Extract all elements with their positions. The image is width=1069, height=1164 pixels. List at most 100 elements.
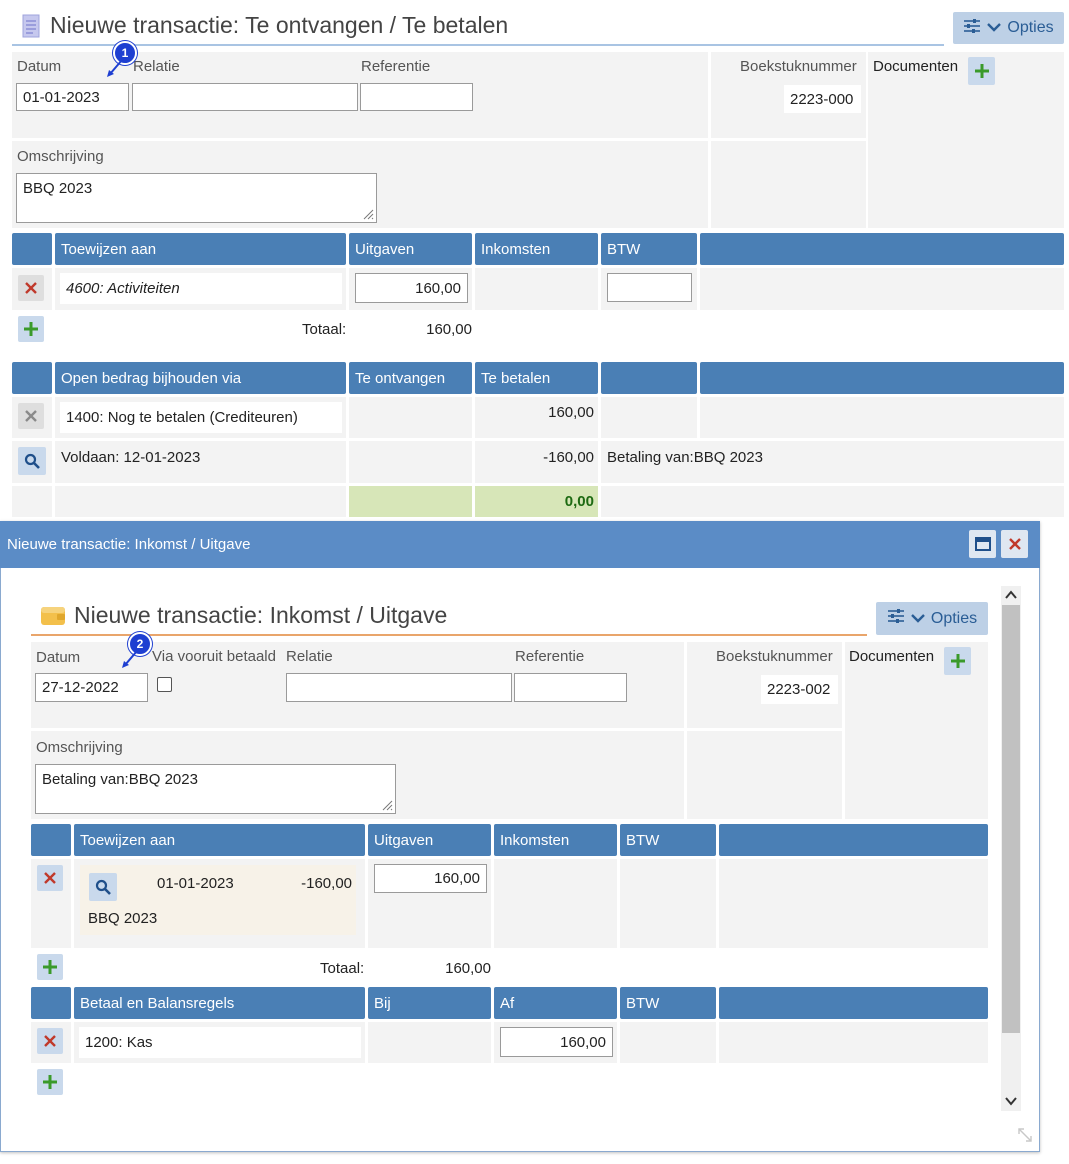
plus-icon bbox=[43, 960, 57, 974]
open-header-account: Open bedrag bijhouden via bbox=[55, 362, 346, 394]
open-header-blank bbox=[12, 362, 52, 394]
open-total-bg-3 bbox=[349, 486, 472, 517]
close-dialog-button[interactable] bbox=[1001, 530, 1028, 558]
betaal-add-row-button[interactable] bbox=[37, 1069, 63, 1095]
dialog-add-document-button[interactable] bbox=[944, 647, 971, 675]
documenten-label: Documenten bbox=[873, 58, 959, 75]
alloc-account-text: 4600: Activiteiten bbox=[66, 280, 180, 297]
delete-row-button[interactable] bbox=[18, 275, 44, 301]
dialog-relatie-label: Relatie bbox=[286, 648, 333, 665]
dialog-add-row-button[interactable] bbox=[37, 954, 63, 980]
dialog-opties-button[interactable]: Opties bbox=[876, 602, 988, 635]
boekstuknummer-label: Boekstuknummer bbox=[740, 58, 857, 75]
linked-entry-amount: -160,00 bbox=[301, 875, 352, 892]
omschrijving-label: Omschrijving bbox=[17, 148, 104, 165]
dialog-page-title: Nieuwe transactie: Inkomst / Uitgave bbox=[74, 602, 448, 628]
opties-button[interactable]: Opties bbox=[953, 12, 1064, 44]
add-document-button[interactable] bbox=[968, 57, 995, 85]
resize-corner-icon[interactable] bbox=[1017, 1127, 1033, 1143]
omschrijving-side-panel bbox=[711, 141, 866, 228]
relatie-input[interactable] bbox=[132, 83, 358, 111]
datum-input[interactable]: 01-01-2023 bbox=[16, 83, 129, 111]
close-icon bbox=[25, 410, 37, 422]
betaal-header-btw: BTW bbox=[620, 987, 716, 1019]
maximize-button[interactable] bbox=[969, 530, 996, 558]
dialog-relatie-input[interactable] bbox=[286, 673, 512, 702]
alloc-header-uitgaven: Uitgaven bbox=[349, 233, 472, 265]
dialog-uitgaven-input[interactable]: 160,00 bbox=[374, 864, 487, 893]
close-icon bbox=[25, 282, 37, 294]
alloc-row-bg-6 bbox=[700, 268, 1064, 310]
referentie-label: Referentie bbox=[361, 58, 431, 75]
linked-entry-date: 01-01-2023 bbox=[157, 875, 234, 892]
af-input[interactable]: 160,00 bbox=[500, 1027, 613, 1057]
close-icon bbox=[44, 872, 56, 884]
uitgaven-input[interactable]: 160,00 bbox=[355, 273, 468, 303]
dialog-boekstuknummer-value: 2223-002 bbox=[761, 675, 838, 704]
scroll-up-icon[interactable] bbox=[1004, 588, 1018, 602]
relatie-label: Relatie bbox=[133, 58, 180, 75]
vooruit-checkbox[interactable] bbox=[157, 677, 172, 692]
alloc-header-extra bbox=[700, 233, 1064, 265]
dialog-opties-label: Opties bbox=[930, 609, 978, 627]
dialog-alloc-row-bg-4 bbox=[494, 859, 617, 948]
omschrijving-textarea[interactable]: BBQ 2023 bbox=[16, 173, 377, 223]
alloc-row-bg-4 bbox=[475, 268, 598, 310]
resize-grip-icon bbox=[363, 209, 374, 220]
open-total-bg-2 bbox=[55, 486, 346, 517]
alloc-header-btw: BTW bbox=[601, 233, 697, 265]
dialog-alloc-header-inkomsten: Inkomsten bbox=[494, 824, 617, 856]
dialog-totaal-value: 160,00 bbox=[445, 960, 491, 977]
totaal-value: 160,00 bbox=[426, 321, 472, 338]
documenten-panel bbox=[868, 52, 1064, 228]
dialog-delete-row-button[interactable] bbox=[37, 865, 63, 891]
dialog-alloc-row-bg-5 bbox=[620, 859, 716, 948]
boekstuknummer-value: 2223-000 bbox=[784, 85, 861, 113]
add-row-button[interactable] bbox=[18, 316, 44, 342]
open-header-te-betalen: Te betalen bbox=[475, 362, 598, 394]
scroll-down-icon[interactable] bbox=[1004, 1094, 1018, 1108]
maximize-icon bbox=[974, 537, 991, 551]
open-row2-te-betalen: -160,00 bbox=[543, 449, 594, 466]
open-te-betalen-value: 160,00 bbox=[548, 404, 594, 421]
open-header-te-ontvangen: Te ontvangen bbox=[349, 362, 472, 394]
disabled-delete-button[interactable] bbox=[18, 403, 44, 429]
wallet-icon bbox=[40, 604, 66, 626]
plus-icon bbox=[43, 1075, 57, 1089]
dialog-referentie-input[interactable] bbox=[514, 673, 627, 702]
open-row1-bg-3 bbox=[349, 397, 472, 438]
betaal-header-extra bbox=[719, 987, 988, 1019]
dialog-documenten-label: Documenten bbox=[849, 648, 935, 665]
dialog-omschrijving-textarea[interactable]: Betaling van:BBQ 2023 bbox=[35, 764, 396, 814]
alloc-header-toewijzen: Toewijzen aan bbox=[55, 233, 346, 265]
datum-label: Datum bbox=[17, 58, 62, 75]
chevron-down-icon bbox=[911, 610, 925, 628]
title-underline bbox=[12, 44, 944, 46]
dialog-alloc-header-extra bbox=[719, 824, 988, 856]
dialog-alloc-header-toewijzen: Toewijzen aan bbox=[74, 824, 365, 856]
btw-input[interactable] bbox=[607, 273, 692, 302]
dialog-alloc-row-bg-6 bbox=[719, 859, 988, 948]
betaal-delete-row-button[interactable] bbox=[37, 1028, 63, 1054]
referentie-input[interactable] bbox=[360, 83, 473, 111]
sliders-icon bbox=[963, 18, 981, 39]
plus-icon bbox=[974, 64, 989, 78]
dialog-datum-input[interactable]: 27-12-2022 bbox=[35, 673, 148, 702]
open-total-bg-1 bbox=[12, 486, 52, 517]
plus-icon bbox=[24, 322, 38, 336]
alloc-header-blank bbox=[12, 233, 52, 265]
view-payment-button[interactable] bbox=[18, 447, 46, 475]
plus-icon bbox=[950, 654, 965, 668]
linked-entry-desc: BBQ 2023 bbox=[88, 910, 158, 927]
scroll-thumb[interactable] bbox=[1002, 605, 1020, 1033]
open-row1-bg-6 bbox=[700, 397, 1064, 438]
opties-label: Opties bbox=[1007, 19, 1054, 36]
page-title: Nieuwe transactie: Te ontvangen / Te bet… bbox=[50, 12, 509, 38]
linked-entry-view-button[interactable] bbox=[89, 873, 117, 901]
dialog-titlebar[interactable]: Nieuwe transactie: Inkomst / Uitgave bbox=[0, 521, 1040, 568]
open-total-value: 0,00 bbox=[564, 493, 594, 510]
badge-pointer-icon bbox=[106, 58, 126, 78]
receipt-icon bbox=[22, 14, 40, 38]
betaal-header-af: Af bbox=[494, 987, 617, 1019]
totaal-label: Totaal: bbox=[302, 321, 347, 338]
